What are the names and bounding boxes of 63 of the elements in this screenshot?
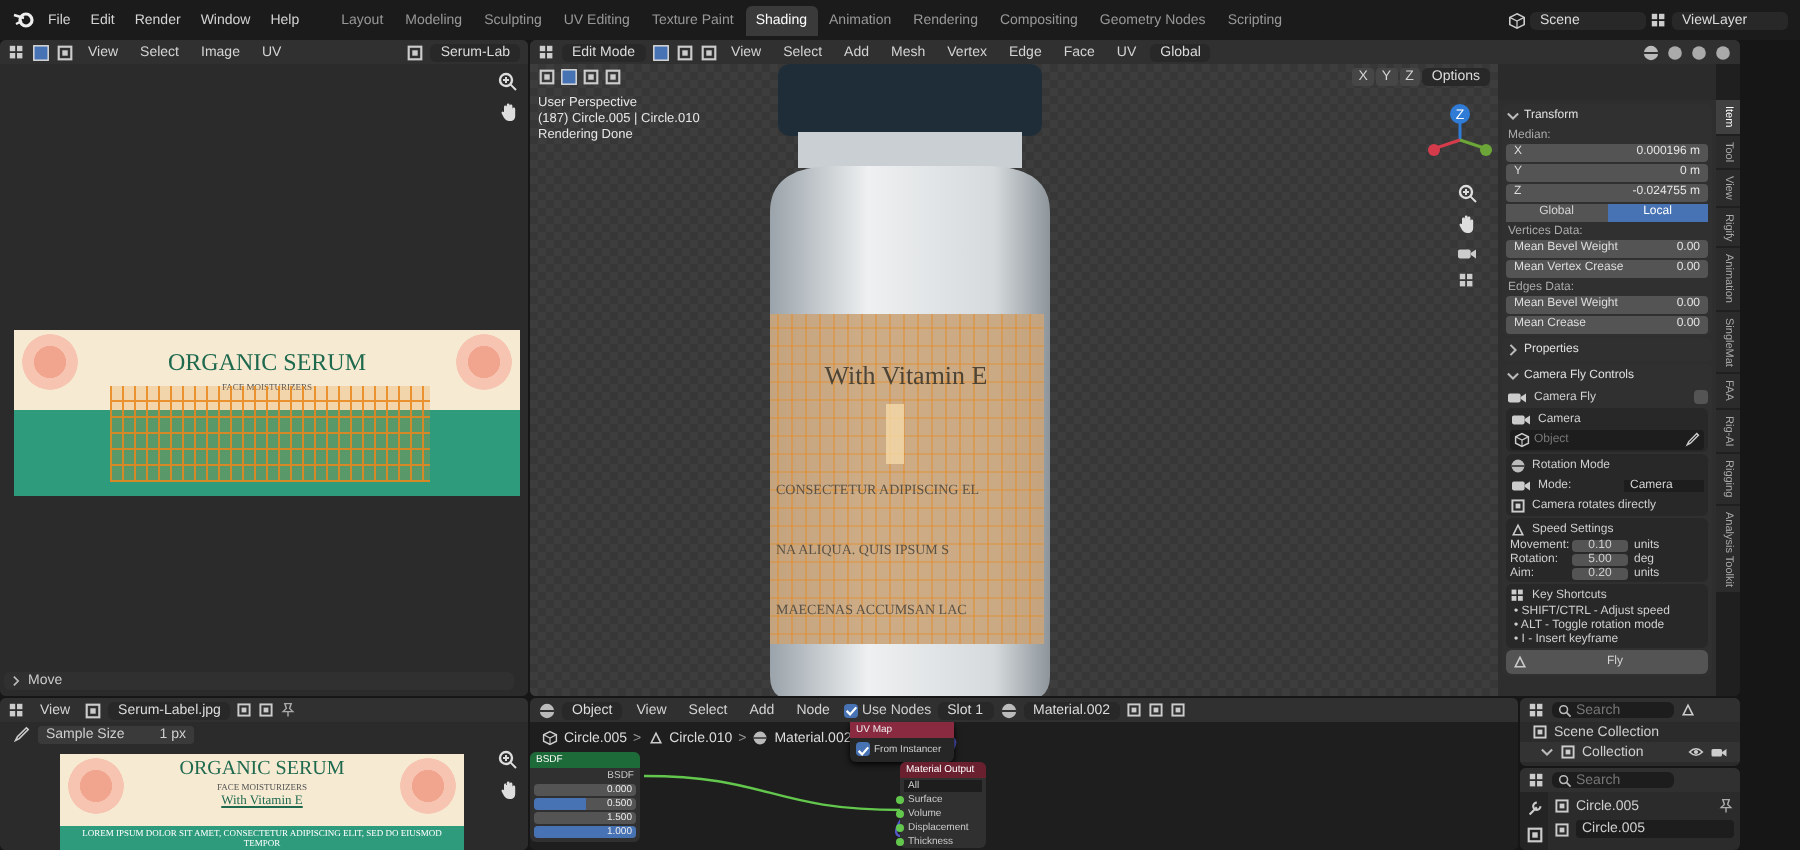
socket-dot[interactable] [896, 824, 904, 832]
flower-drawing [400, 758, 456, 814]
flower-drawing [456, 334, 512, 390]
view-layer-icon[interactable] [1650, 11, 1668, 29]
pin-icon[interactable] [280, 702, 297, 718]
socket-dot[interactable] [896, 796, 904, 804]
chevron-icon[interactable] [1507, 343, 1519, 357]
eyedropper-icon[interactable] [12, 725, 30, 743]
checkbox[interactable] [856, 742, 870, 756]
grid-icon[interactable] [1458, 272, 1476, 290]
camera-icon [1510, 476, 1532, 494]
edge-select-icon[interactable] [675, 43, 694, 61]
search-icon [1558, 703, 1572, 717]
editor-type-icon[interactable] [538, 43, 556, 61]
scene-icon[interactable] [1508, 11, 1526, 29]
visibility-icon[interactable] [1688, 744, 1704, 760]
pin-icon[interactable] [1718, 798, 1734, 814]
app-logo-icon[interactable] [12, 8, 36, 32]
hand-icon[interactable] [499, 780, 517, 800]
chevron-icon[interactable] [1506, 370, 1520, 382]
socket-dot[interactable] [896, 838, 904, 846]
editor-type-icon[interactable] [8, 43, 26, 61]
face-select-icon[interactable] [699, 43, 718, 61]
editor-type-icon[interactable] [538, 701, 556, 719]
label-heading: With Vitamin E [824, 360, 988, 390]
camera-icon[interactable] [1710, 744, 1728, 760]
select-box-icon[interactable] [32, 43, 50, 61]
vertex-select-icon[interactable] [651, 43, 670, 61]
breadcrumb-icon [647, 730, 664, 746]
collection-icon [1532, 724, 1548, 740]
editor-type-icon[interactable] [1528, 771, 1546, 789]
object-icon [1554, 798, 1570, 814]
socket-dot[interactable] [896, 810, 904, 818]
tool-tab-icon[interactable] [1525, 800, 1543, 818]
breadcrumb-icon [752, 730, 769, 746]
zoom-icon[interactable] [1457, 184, 1477, 204]
chevron-icon[interactable] [1506, 110, 1520, 122]
chevron-icon[interactable] [1540, 746, 1554, 758]
flower-drawing [22, 334, 78, 390]
editor-type-icon[interactable] [1528, 701, 1546, 719]
hand-icon[interactable] [1458, 214, 1476, 234]
select-box-icon[interactable] [56, 43, 74, 61]
cube-icon [1514, 432, 1530, 448]
collection-icon [1560, 744, 1576, 760]
zoom-icon[interactable] [498, 750, 518, 770]
camera-icon [1510, 410, 1532, 428]
overlay-icon[interactable] [1642, 43, 1660, 61]
label-title: ORGANIC SERUM [167, 348, 366, 378]
checkbox[interactable] [1694, 390, 1708, 404]
camera-icon[interactable] [1456, 244, 1478, 262]
eyedropper-icon[interactable] [1684, 432, 1700, 448]
material-icon[interactable] [999, 701, 1017, 719]
search-icon [1558, 773, 1572, 787]
zoom-icon[interactable] [498, 72, 518, 92]
checkbox[interactable] [843, 703, 858, 717]
camera-icon [1506, 388, 1528, 406]
chevron-icon [11, 675, 21, 687]
label-title: ORGANIC SERUM [179, 758, 345, 780]
breadcrumb-icon [542, 730, 558, 746]
hand-icon[interactable] [499, 102, 517, 122]
editor-type-icon[interactable] [8, 701, 26, 719]
flower-drawing [68, 758, 124, 814]
object-icon[interactable] [1554, 821, 1570, 837]
